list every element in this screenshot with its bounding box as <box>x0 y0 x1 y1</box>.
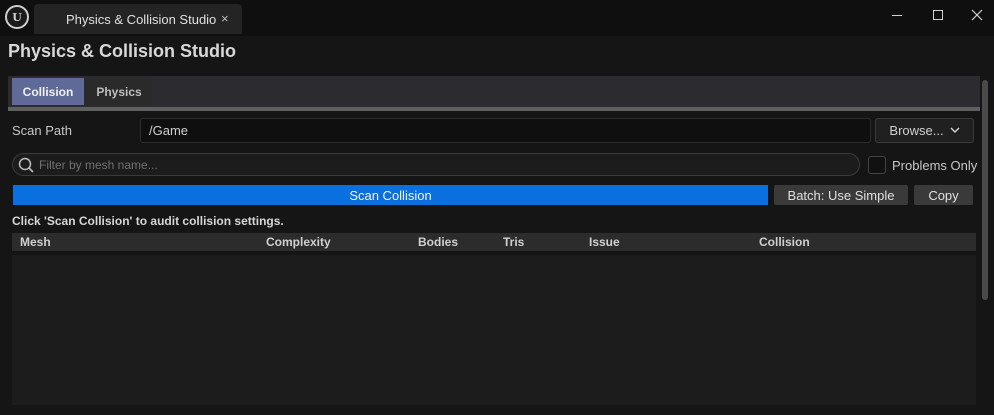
scan-path-label: Scan Path <box>12 123 72 138</box>
filter-box <box>12 153 860 176</box>
browse-button[interactable]: Browse... <box>875 118 974 143</box>
scan-path-input[interactable] <box>140 118 871 143</box>
tab-physics[interactable]: Physics <box>86 78 152 105</box>
close-tab-icon[interactable]: × <box>221 11 229 26</box>
table-header: Mesh Complexity Bodies Tris Issue Collis… <box>12 233 976 251</box>
column-header-tris[interactable]: Tris <box>503 235 524 249</box>
browse-button-label: Browse... <box>889 123 944 138</box>
batch-use-simple-button[interactable]: Batch: Use Simple <box>774 185 908 205</box>
document-tab[interactable]: Physics & Collision Studio × <box>34 4 242 34</box>
filter-input[interactable] <box>39 156 849 173</box>
minimize-button[interactable] <box>876 0 918 30</box>
scan-collision-button[interactable]: Scan Collision <box>13 185 768 205</box>
chevron-down-icon <box>950 127 960 134</box>
minimize-icon <box>892 14 902 16</box>
column-header-mesh[interactable]: Mesh <box>20 235 51 249</box>
close-window-button[interactable] <box>956 0 994 30</box>
unreal-logo-icon: U <box>5 5 29 29</box>
close-window-icon <box>971 9 983 21</box>
search-icon <box>18 157 34 173</box>
maximize-icon <box>933 10 943 20</box>
title-bar: U Physics & Collision Studio × <box>0 0 994 36</box>
problems-only-checkbox[interactable] <box>868 156 886 174</box>
table-body <box>12 255 976 405</box>
tab-strip: Collision Physics <box>8 76 980 107</box>
scrollbar-thumb[interactable] <box>982 80 988 300</box>
copy-button[interactable]: Copy <box>914 185 973 205</box>
tab-divider <box>8 107 980 111</box>
column-header-complexity[interactable]: Complexity <box>266 235 331 249</box>
page-title: Physics & Collision Studio <box>8 41 237 61</box>
document-tab-label: Physics & Collision Studio <box>66 12 217 27</box>
column-header-issue[interactable]: Issue <box>589 235 620 249</box>
column-header-bodies[interactable]: Bodies <box>418 235 458 249</box>
tab-collision[interactable]: Collision <box>12 78 84 105</box>
hint-text: Click 'Scan Collision' to audit collisio… <box>12 214 284 228</box>
problems-only-label: Problems Only <box>892 158 978 173</box>
column-header-collision[interactable]: Collision <box>759 235 810 249</box>
maximize-button[interactable] <box>917 0 959 30</box>
